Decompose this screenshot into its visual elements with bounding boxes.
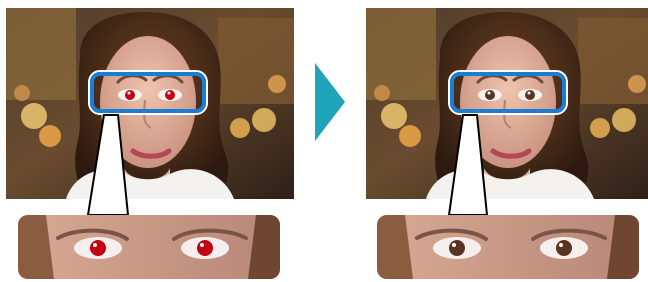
red-eye-comparison-graphic — [0, 0, 648, 282]
after-eye-highlight — [450, 72, 566, 113]
before-eye-highlight — [90, 72, 206, 113]
before-eye-closeup-illustration — [18, 215, 280, 279]
after-eye-closeup — [377, 215, 639, 279]
top-white-band-right — [366, 0, 648, 8]
after-eye-closeup-illustration — [377, 215, 639, 279]
right-arrow-shape — [315, 63, 345, 141]
right-arrow-icon — [315, 63, 345, 141]
top-white-band-left — [6, 0, 294, 8]
before-eye-closeup — [18, 215, 280, 279]
